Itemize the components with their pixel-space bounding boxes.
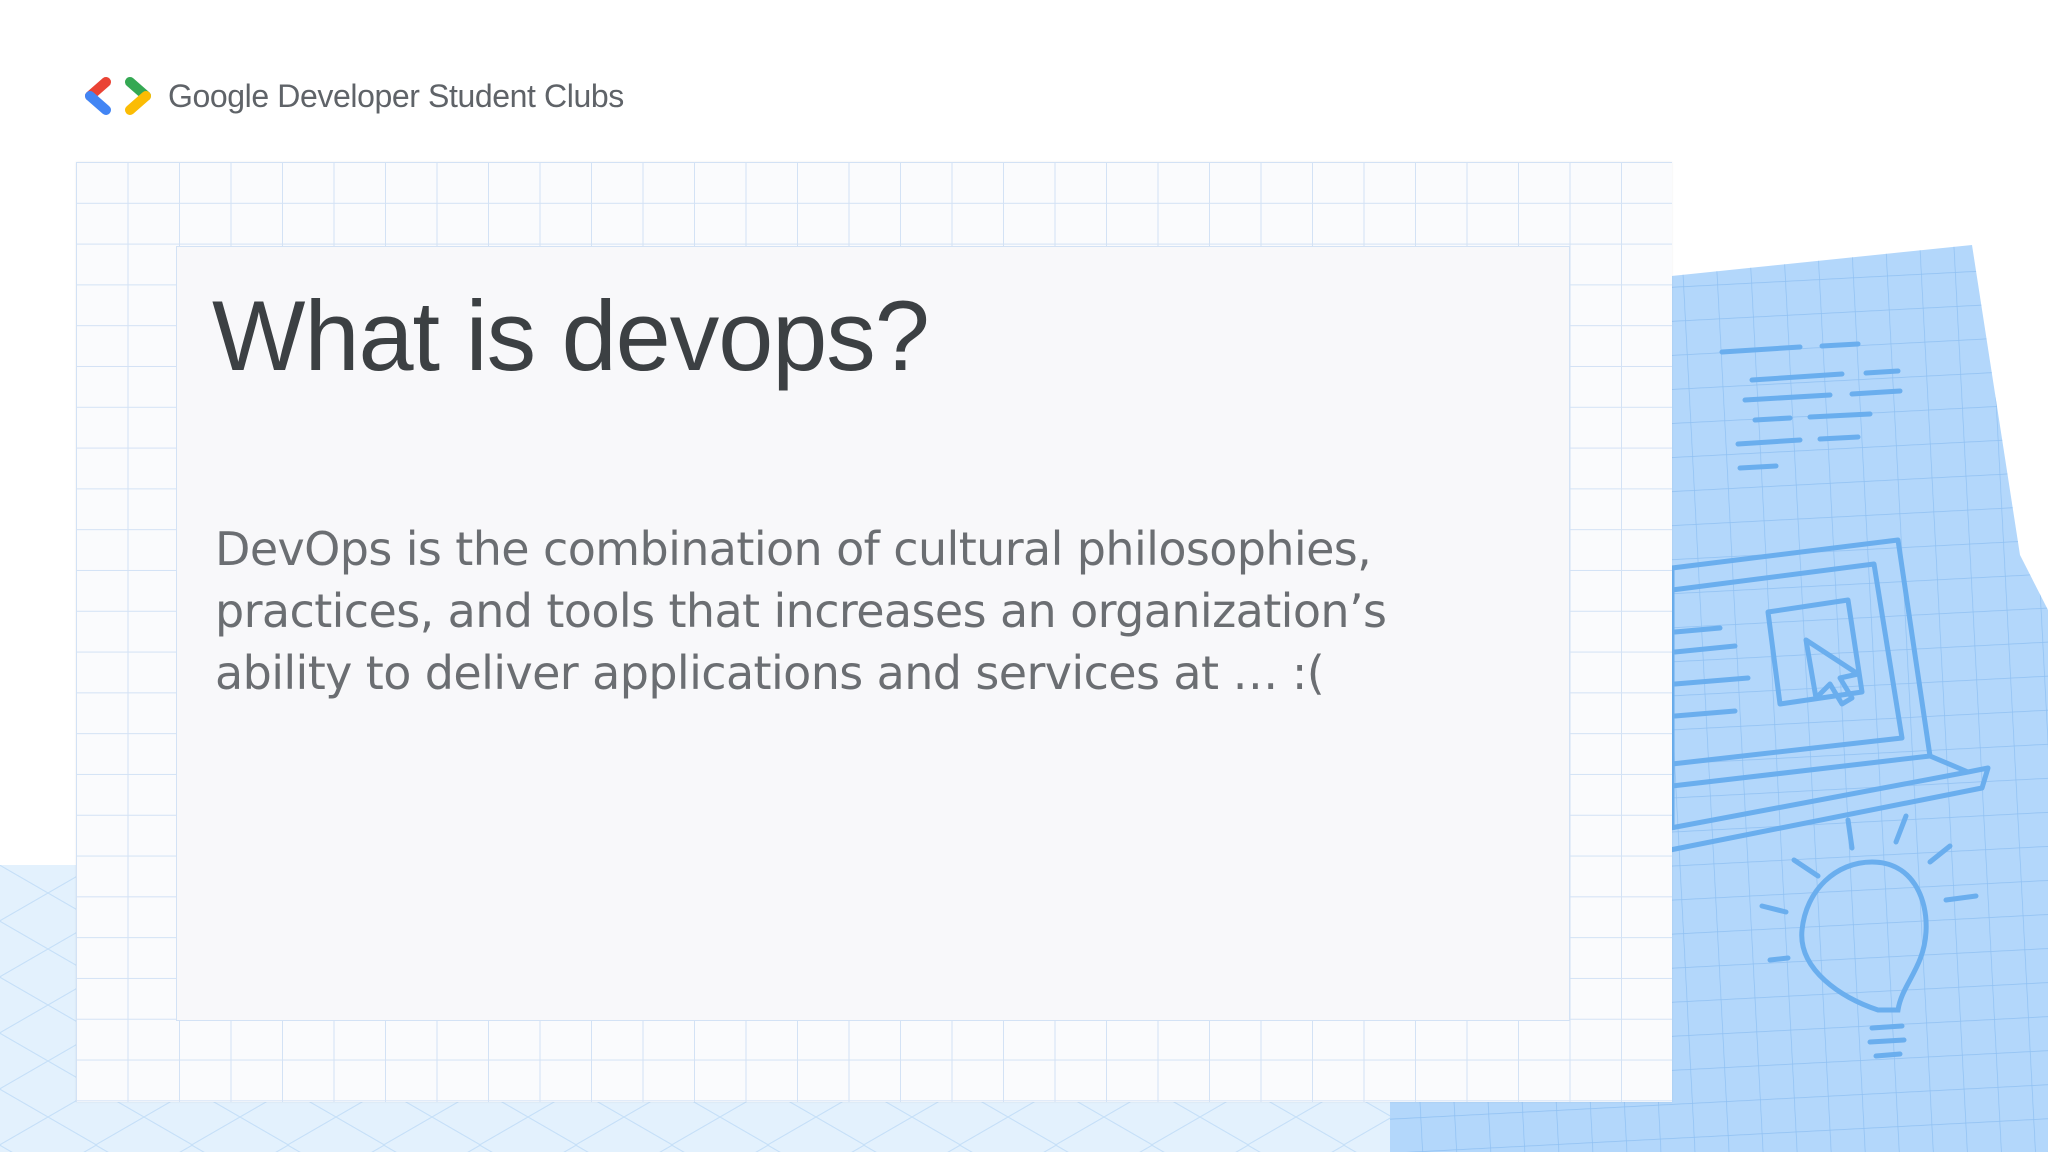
slide-title: What is devops?: [212, 280, 930, 391]
brand-name: Google Developer Student Clubs: [168, 77, 624, 114]
brand-header: Google Developer Student Clubs: [82, 74, 624, 118]
slide-body-text: DevOps is the combination of cultural ph…: [215, 522, 1387, 700]
slide: Google Developer Student Clubs What is d…: [0, 0, 2048, 1152]
gdsc-brackets-logo-icon: [85, 77, 151, 115]
